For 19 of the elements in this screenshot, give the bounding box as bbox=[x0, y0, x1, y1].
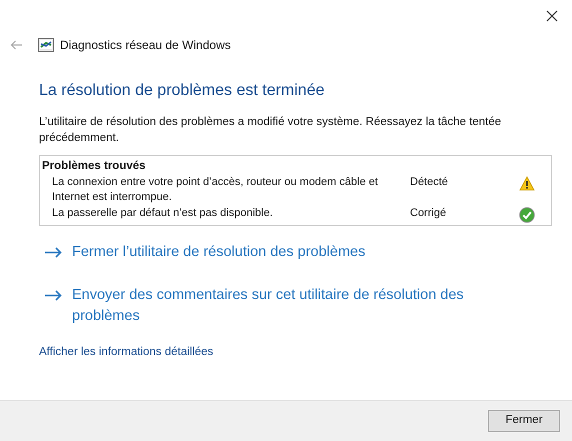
result-message: L’utilitaire de résolution des problèmes a modifié votre système. Réessayez la tâche tentée précédemment. bbox=[39, 115, 502, 146]
problem-description: La connexion entre votre point d’accès, routeur ou modem câble et Internet est interrompue. bbox=[52, 175, 379, 205]
window-title: Diagnostics réseau de Windows bbox=[60, 37, 231, 54]
action-link[interactable]: Fermer l’utilitaire de résolution des problèmes bbox=[45, 242, 554, 263]
problem-description: La passerelle par défaut n’est pas disponible. bbox=[52, 206, 274, 221]
network-diagnostics-icon bbox=[38, 38, 54, 52]
warning-icon bbox=[519, 176, 535, 191]
details-link[interactable]: Afficher les informations détaillées bbox=[39, 344, 214, 362]
problem-status: Détecté bbox=[410, 175, 449, 190]
close-dialog-button[interactable]: Fermer bbox=[488, 410, 560, 432]
arrow-icon bbox=[45, 247, 62, 258]
problem-status: Corrigé bbox=[410, 206, 448, 221]
back-arrow-icon bbox=[10, 40, 22, 50]
problems-title: Problèmes trouvés bbox=[42, 159, 147, 174]
page-heading: La résolution de problèmes est terminée bbox=[39, 81, 326, 101]
arrow-icon bbox=[45, 290, 62, 301]
action-link[interactable]: Envoyer des commentaires sur cet utilitaire de résolution des problèmes bbox=[45, 285, 554, 327]
check-icon bbox=[519, 207, 535, 223]
close-icon bbox=[546, 10, 558, 22]
